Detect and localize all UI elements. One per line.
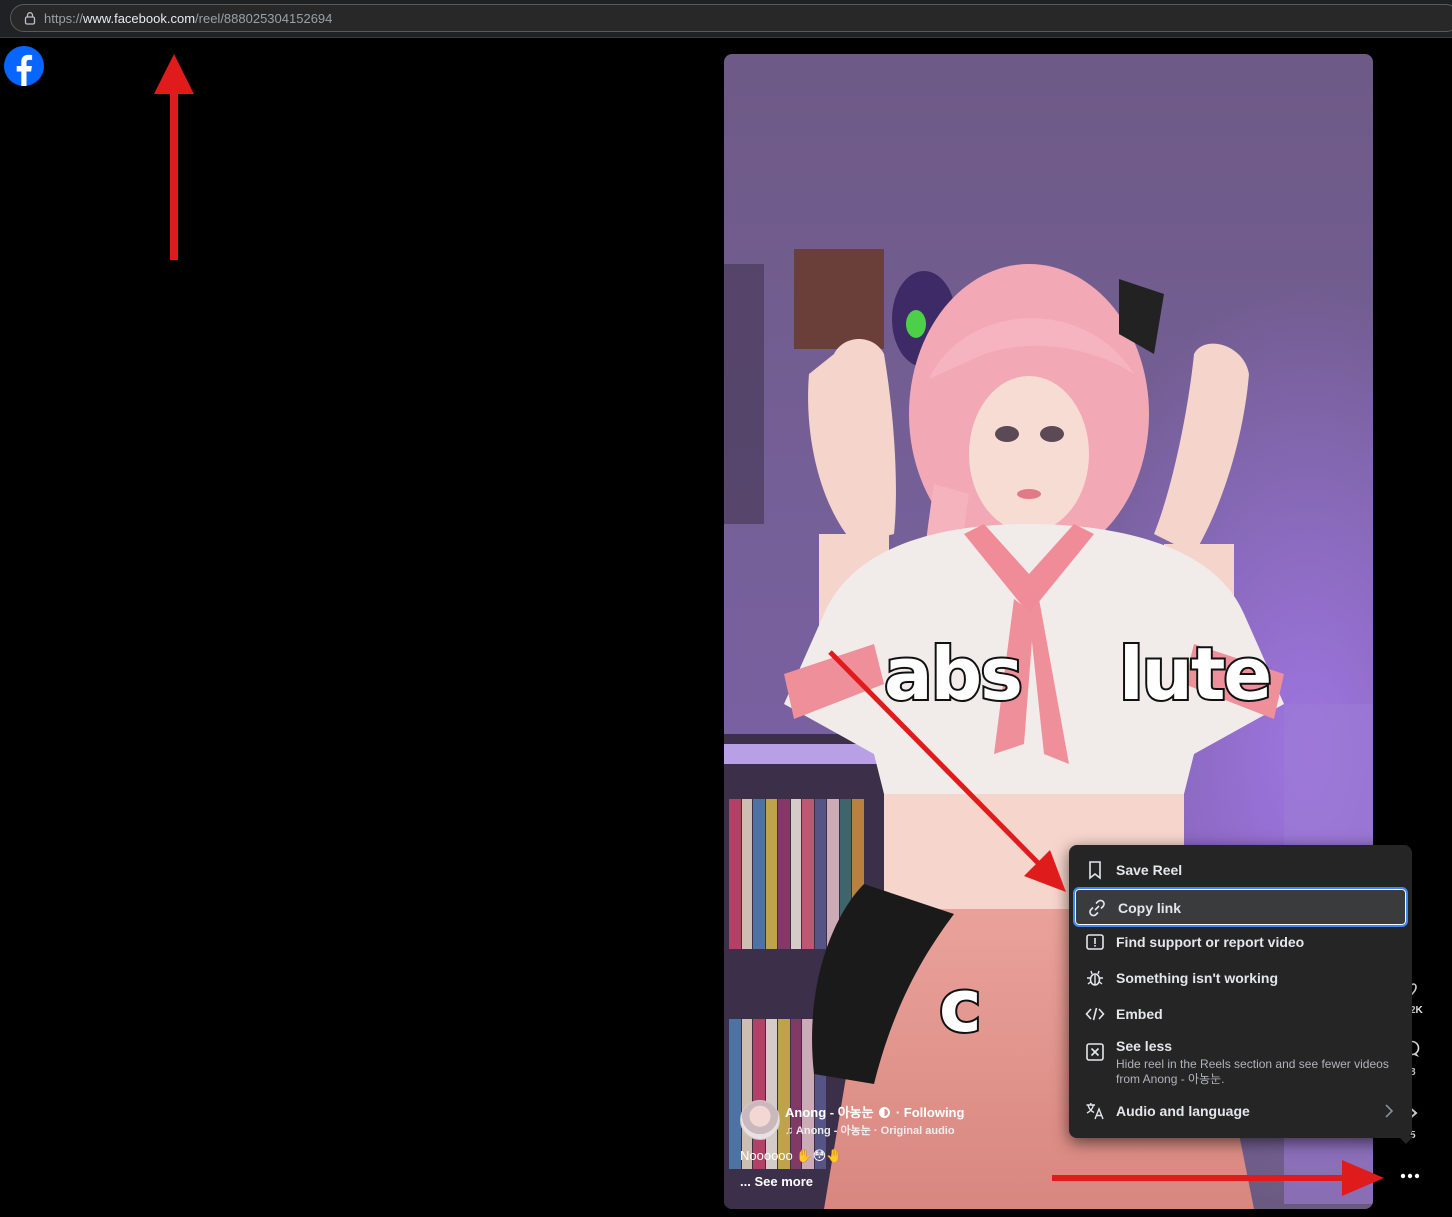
- link-icon: [1089, 899, 1105, 917]
- music-note-icon: ♫: [785, 1125, 794, 1137]
- verified-icon: [879, 1107, 891, 1118]
- overlay-caption-1: abs: [882, 630, 1025, 718]
- more-options-icon[interactable]: [1396, 1166, 1424, 1186]
- overlay-caption-3: c: [937, 962, 984, 1050]
- chevron-right-icon: [1385, 1104, 1394, 1118]
- bug-icon: [1087, 970, 1103, 986]
- browser-url-bar: https://www.facebook.com/reel/8880253041…: [0, 0, 1452, 38]
- avatar[interactable]: [740, 1100, 780, 1140]
- translate-icon: [1086, 1103, 1104, 1120]
- follow-status[interactable]: · Following: [896, 1105, 965, 1120]
- owner-name[interactable]: Anong - 아농눈: [785, 1105, 874, 1120]
- overlay-caption-2: lute: [1117, 630, 1274, 718]
- menu-item-see-less[interactable]: See less Hide reel in the Reels section …: [1073, 1032, 1408, 1094]
- close-box-icon: [1086, 1043, 1104, 1061]
- menu-item-copy-link[interactable]: Copy link: [1073, 887, 1408, 927]
- menu-item-audio-language[interactable]: Audio and language: [1073, 1093, 1408, 1129]
- menu-item-something-not-working[interactable]: Something isn't working: [1073, 960, 1408, 996]
- code-icon: [1085, 1007, 1105, 1021]
- url-text: https://www.facebook.com/reel/8880253041…: [44, 11, 333, 26]
- menu-item-find-support[interactable]: Find support or report video: [1073, 924, 1408, 960]
- bookmark-icon: [1089, 861, 1101, 880]
- original-audio-link[interactable]: Anong - 아농눈 · Original audio: [796, 1125, 955, 1137]
- reel-options-menu: Save Reel Copy link Find support or repo…: [1069, 845, 1412, 1138]
- facebook-logo-icon[interactable]: [4, 46, 44, 86]
- see-more-link[interactable]: ... See more: [740, 1174, 813, 1189]
- report-icon: [1086, 934, 1104, 950]
- reel-description: Noooooo ✋😳🤚: [740, 1148, 843, 1163]
- lock-icon: [24, 12, 36, 25]
- menu-pointer: [1398, 1136, 1414, 1144]
- menu-item-embed[interactable]: Embed: [1073, 996, 1408, 1032]
- menu-item-save-reel[interactable]: Save Reel: [1073, 852, 1408, 888]
- annotation-arrow-up: [154, 54, 194, 260]
- see-less-description: Hide reel in the Reels section and see f…: [1116, 1057, 1389, 1086]
- address-field[interactable]: https://www.facebook.com/reel/8880253041…: [10, 4, 1452, 32]
